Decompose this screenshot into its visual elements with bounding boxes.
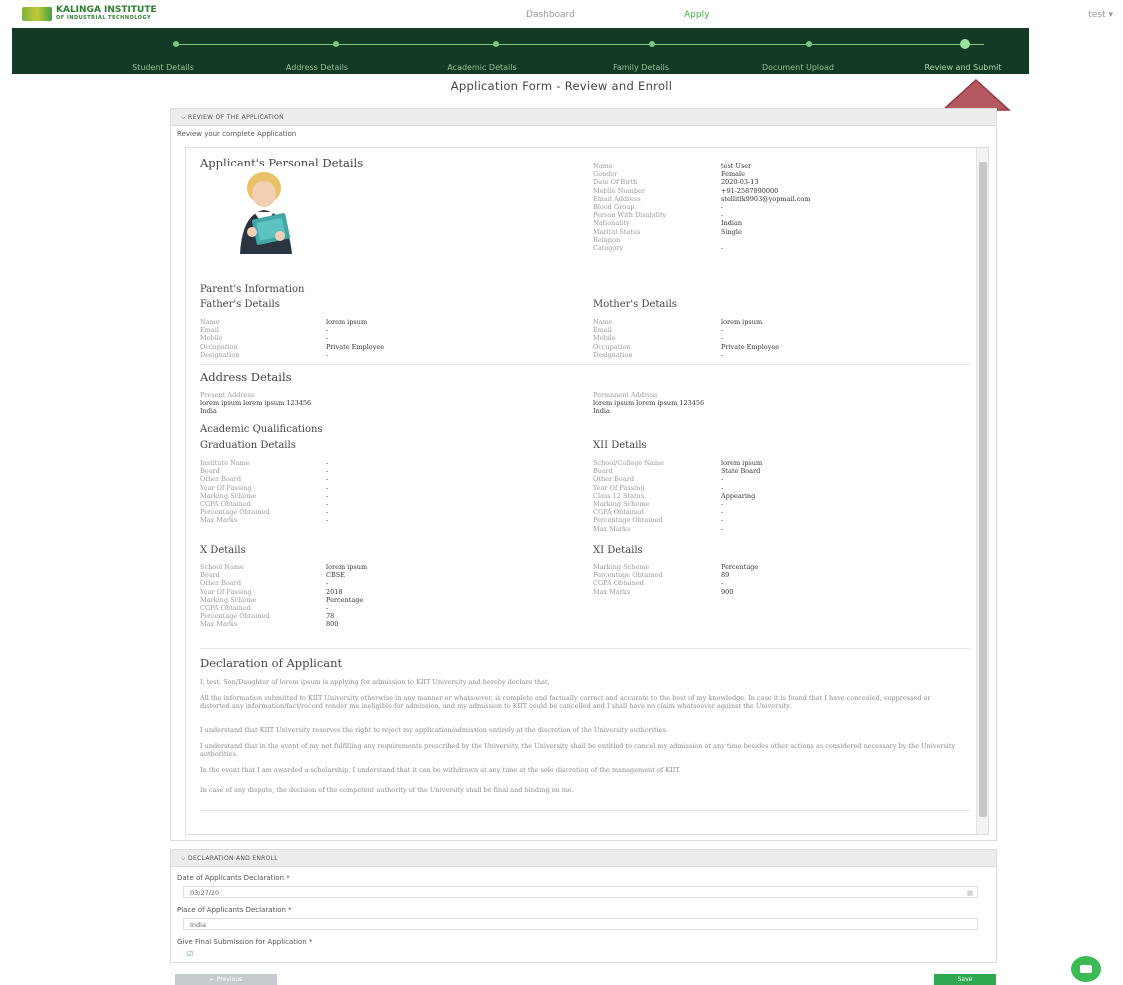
step-dot-1[interactable] [173,41,179,47]
step-label-review-and-submit[interactable]: Review and Submit [924,63,1001,72]
review-panel: ⌵ REVIEW OF THE APPLICATION Review your … [170,108,997,841]
declaration-paragraph: In case of any dispute, the decision of … [200,786,574,794]
date-value: 03/27/20 [190,889,220,897]
calendar-icon[interactable]: ▦ [967,889,973,897]
review-scroll-area[interactable]: Applicant's Personal Details Name test Us… [185,147,989,835]
progress-stepper: Student Details Address Details Academic… [12,28,1029,74]
kiit-logo[interactable]: KALINGA INSTITUTE OF INDUSTRIAL TECHNOLO… [22,6,157,22]
father-details-title: Father's Details [200,299,280,310]
step-dot-2[interactable] [333,41,339,47]
date-input[interactable]: 03/27/20 ▦ [183,886,978,898]
declaration-panel-header[interactable]: ⌵ DECLARATION AND ENROLL [171,850,996,867]
academic-title: Academic Qualifications [200,424,323,435]
scrollbar-thumb[interactable] [979,162,987,817]
final-submission-label: Give Final Submission for Application * [177,938,313,946]
xii-details-list: School/College Name lorem ipsum Board Stat… [593,459,763,533]
declaration-paragraph: I, test, Son/Daughter of lorem ipsum is … [200,678,550,686]
step-dot-5[interactable] [806,41,812,47]
x-details-title: X Details [200,545,246,556]
step-label-academic-details[interactable]: Academic Details [447,63,516,72]
step-label-family-details[interactable]: Family Details [613,63,669,72]
declaration-title: Declaration of Applicant [200,656,343,670]
nav-apply-link[interactable]: Apply [684,10,709,20]
present-address: Present Address lorem ipsum lorem ipsum … [200,391,312,416]
scrollbar[interactable] [976,148,988,834]
declaration-paragraph: All the information submitted to KIIT Un… [200,694,931,710]
step-label-address-details[interactable]: Address Details [286,63,348,72]
section-divider [200,648,970,649]
place-input[interactable]: India [183,918,978,930]
logo-mark-icon [22,7,52,21]
nav-dashboard-link[interactable]: Dashboard [526,10,575,20]
personal-details-list: Name test User Gender Female Date Of Birth… [593,162,811,252]
graduation-details-list: Institute Name - Board - Other Board - Year… [200,459,329,525]
place-value: India [190,921,206,929]
declaration-paragraph: I understand that in the event of my not… [200,742,956,758]
step-label-document-upload[interactable]: Document Upload [762,63,834,72]
declaration-paragraph: In the event that I am awarded a scholar… [200,766,681,774]
previous-button[interactable]: ← Previous [175,974,277,985]
declaration-enroll-panel: ⌵ DECLARATION AND ENROLL Date of Applica… [170,849,997,963]
review-subtitle: Review your complete Application [177,130,297,138]
user-menu[interactable]: test ▾ [1088,10,1113,20]
logo-subtitle: OF INDUSTRIAL TECHNOLOGY [56,15,152,21]
xi-details-list: Marking Scheme Percentage Percentage Obta… [593,563,759,596]
chat-button[interactable] [1071,956,1101,982]
mother-details-title: Mother's Details [593,299,677,310]
x-details-list: School Name lorem ipsum Board CBSE Other B… [200,563,368,629]
xii-details-title: XII Details [593,440,647,451]
step-label-student-details[interactable]: Student Details [132,63,194,72]
xi-details-title: XI Details [593,545,643,556]
step-dot-3[interactable] [493,41,499,47]
step-dot-6-active[interactable] [960,39,970,49]
declaration-paragraph: I understand that KIIT University reserv… [200,726,668,734]
final-submission-checkbox[interactable]: ☑ [187,950,193,958]
section-divider [200,810,970,811]
father-details-list: Name lorem ipsum Email - Mobile - Occupatio… [200,318,385,359]
save-button[interactable]: Save [934,974,996,985]
address-details-title: Address Details [200,370,292,384]
parents-info-title: Parent's Information [200,284,305,295]
top-navbar: KALINGA INSTITUTE OF INDUSTRIAL TECHNOLO… [0,0,1123,28]
review-panel-header[interactable]: ⌵ REVIEW OF THE APPLICATION [171,109,996,126]
step-dot-4[interactable] [649,41,655,47]
student-photo [218,166,318,254]
section-divider [200,364,970,365]
date-label: Date of Applicants Declaration * [177,874,290,882]
stepper-line [176,44,984,45]
place-label: Place of Applicants Declaration * [177,906,292,914]
graduation-details-title: Graduation Details [200,440,296,451]
chat-icon [1080,965,1092,973]
mother-details-list: Name lorem ipsum Email - Mobile - Occupatio… [593,318,780,359]
permanent-address: Permanent Address lorem ipsum lorem ipsu… [593,391,705,416]
